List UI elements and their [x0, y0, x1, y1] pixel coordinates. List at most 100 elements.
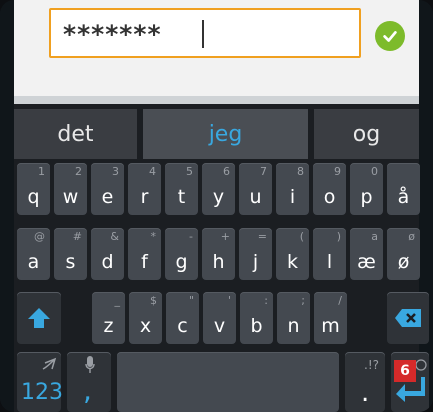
- key-2-2[interactable]: # s: [54, 228, 87, 280]
- key-1-11[interactable]: å: [387, 163, 420, 215]
- confirm-check-button[interactable]: [375, 21, 405, 51]
- key-1-8[interactable]: 8i: [276, 163, 309, 215]
- soft-keyboard: det jeg og 1q2w3e4r5t6y7u8i9o0på @ a # s & d *…: [14, 104, 429, 412]
- key-label: k: [286, 251, 298, 273]
- key-hint: 6: [223, 165, 230, 178]
- key-hint: ;: [301, 294, 305, 307]
- comma-key[interactable]: ,: [67, 352, 111, 412]
- key-1-1[interactable]: 1q: [17, 163, 50, 215]
- key-hint: ): [336, 230, 341, 243]
- key-2-8[interactable]: (k: [276, 228, 309, 280]
- key-3-7[interactable]: / m: [314, 292, 347, 344]
- key-label: v: [213, 315, 226, 337]
- key-hint: (: [299, 230, 304, 243]
- key-2-1[interactable]: @ a: [17, 228, 50, 280]
- key-hint: -: [189, 230, 193, 243]
- key-label: m: [321, 315, 340, 337]
- backspace-icon: [387, 292, 429, 344]
- key-1-10[interactable]: 0p: [350, 163, 383, 215]
- key-label: n: [287, 315, 300, 337]
- key-hint: _: [114, 294, 121, 307]
- key-2-11[interactable]: øø: [387, 228, 420, 280]
- text-cursor: [202, 20, 204, 48]
- key-hint: #: [72, 230, 82, 243]
- key-hint: $: [150, 294, 157, 307]
- key-2-4[interactable]: * f: [128, 228, 161, 280]
- key-1-9[interactable]: 9o: [313, 163, 346, 215]
- key-hint: a: [371, 230, 378, 243]
- symbols-key[interactable]: 123: [17, 352, 63, 412]
- key-label: q: [27, 186, 40, 208]
- key-hint: /: [338, 294, 342, 307]
- key-hint: 4: [149, 165, 156, 178]
- key-label: o: [323, 186, 336, 208]
- key-1-6[interactable]: 6y: [202, 163, 235, 215]
- period-key[interactable]: .!? .: [345, 352, 385, 412]
- key-hint: *: [150, 230, 157, 243]
- key-3-2[interactable]: $ x: [129, 292, 162, 344]
- key-3-6[interactable]: ; n: [277, 292, 310, 344]
- key-2-3[interactable]: & d: [91, 228, 124, 280]
- key-2-5[interactable]: -g: [165, 228, 198, 280]
- right-bezel: [419, 0, 433, 412]
- key-label: x: [139, 315, 152, 337]
- key-label: d: [101, 251, 114, 273]
- key-label: p: [360, 186, 373, 208]
- key-label: c: [177, 315, 188, 337]
- key-2-10[interactable]: aæ: [350, 228, 383, 280]
- key-label: e: [101, 186, 114, 208]
- key-2-9[interactable]: ) l: [313, 228, 346, 280]
- key-label: l: [326, 251, 333, 273]
- key-hint: +: [220, 230, 230, 243]
- key-3-5[interactable]: :b: [240, 292, 273, 344]
- key-label: f: [141, 251, 148, 273]
- key-label: s: [65, 251, 76, 273]
- shift-arrow-icon: [17, 292, 61, 344]
- key-label: y: [212, 186, 225, 208]
- key-hint: @: [34, 230, 45, 243]
- key-hint: ø: [408, 230, 415, 243]
- password-value: *******: [63, 20, 162, 49]
- emoji-icon: [415, 356, 427, 375]
- key-label: a: [27, 251, 40, 273]
- key-hint: 5: [186, 165, 193, 178]
- left-bezel: [0, 0, 14, 412]
- key-3-3[interactable]: " c: [166, 292, 199, 344]
- key-2-7[interactable]: = j: [239, 228, 272, 280]
- suggestion-item[interactable]: og: [314, 109, 419, 159]
- key-label: i: [289, 186, 296, 208]
- key-label: w: [62, 186, 79, 208]
- app-area: *******: [14, 0, 419, 104]
- key-3-4[interactable]: ' v: [203, 292, 236, 344]
- symbols-key-label: 123: [21, 380, 63, 405]
- password-field[interactable]: *******: [49, 8, 361, 58]
- key-1-2[interactable]: 2w: [54, 163, 87, 215]
- key-hint: 0: [371, 165, 378, 178]
- key-hint: =: [257, 230, 267, 243]
- key-label: r: [140, 186, 149, 208]
- key-1-5[interactable]: 5t: [165, 163, 198, 215]
- key-label: u: [249, 186, 262, 208]
- key-hint: 1: [38, 165, 45, 178]
- microphone-icon: [85, 356, 95, 378]
- space-key[interactable]: [117, 352, 339, 412]
- key-label: å: [397, 186, 410, 208]
- key-3-1[interactable]: _ z: [92, 292, 125, 344]
- key-label: z: [103, 315, 114, 337]
- punctuation-hint: .!?: [364, 358, 379, 372]
- key-2-6[interactable]: + h: [202, 228, 235, 280]
- checkmark-icon: [383, 31, 397, 42]
- key-hint: 7: [260, 165, 267, 178]
- key-1-7[interactable]: 7u: [239, 163, 272, 215]
- backspace-key[interactable]: [387, 292, 429, 344]
- key-hint: &: [110, 230, 119, 243]
- settings-swirl-icon: [41, 356, 57, 375]
- suggestion-item[interactable]: det: [14, 109, 137, 159]
- key-label: æ: [357, 251, 376, 273]
- shift-key[interactable]: [17, 292, 61, 344]
- suggestion-item-highlighted[interactable]: jeg: [143, 109, 308, 159]
- key-1-3[interactable]: 3e: [91, 163, 124, 215]
- key-label: t: [177, 186, 186, 208]
- key-1-4[interactable]: 4r: [128, 163, 161, 215]
- key-label: b: [250, 315, 263, 337]
